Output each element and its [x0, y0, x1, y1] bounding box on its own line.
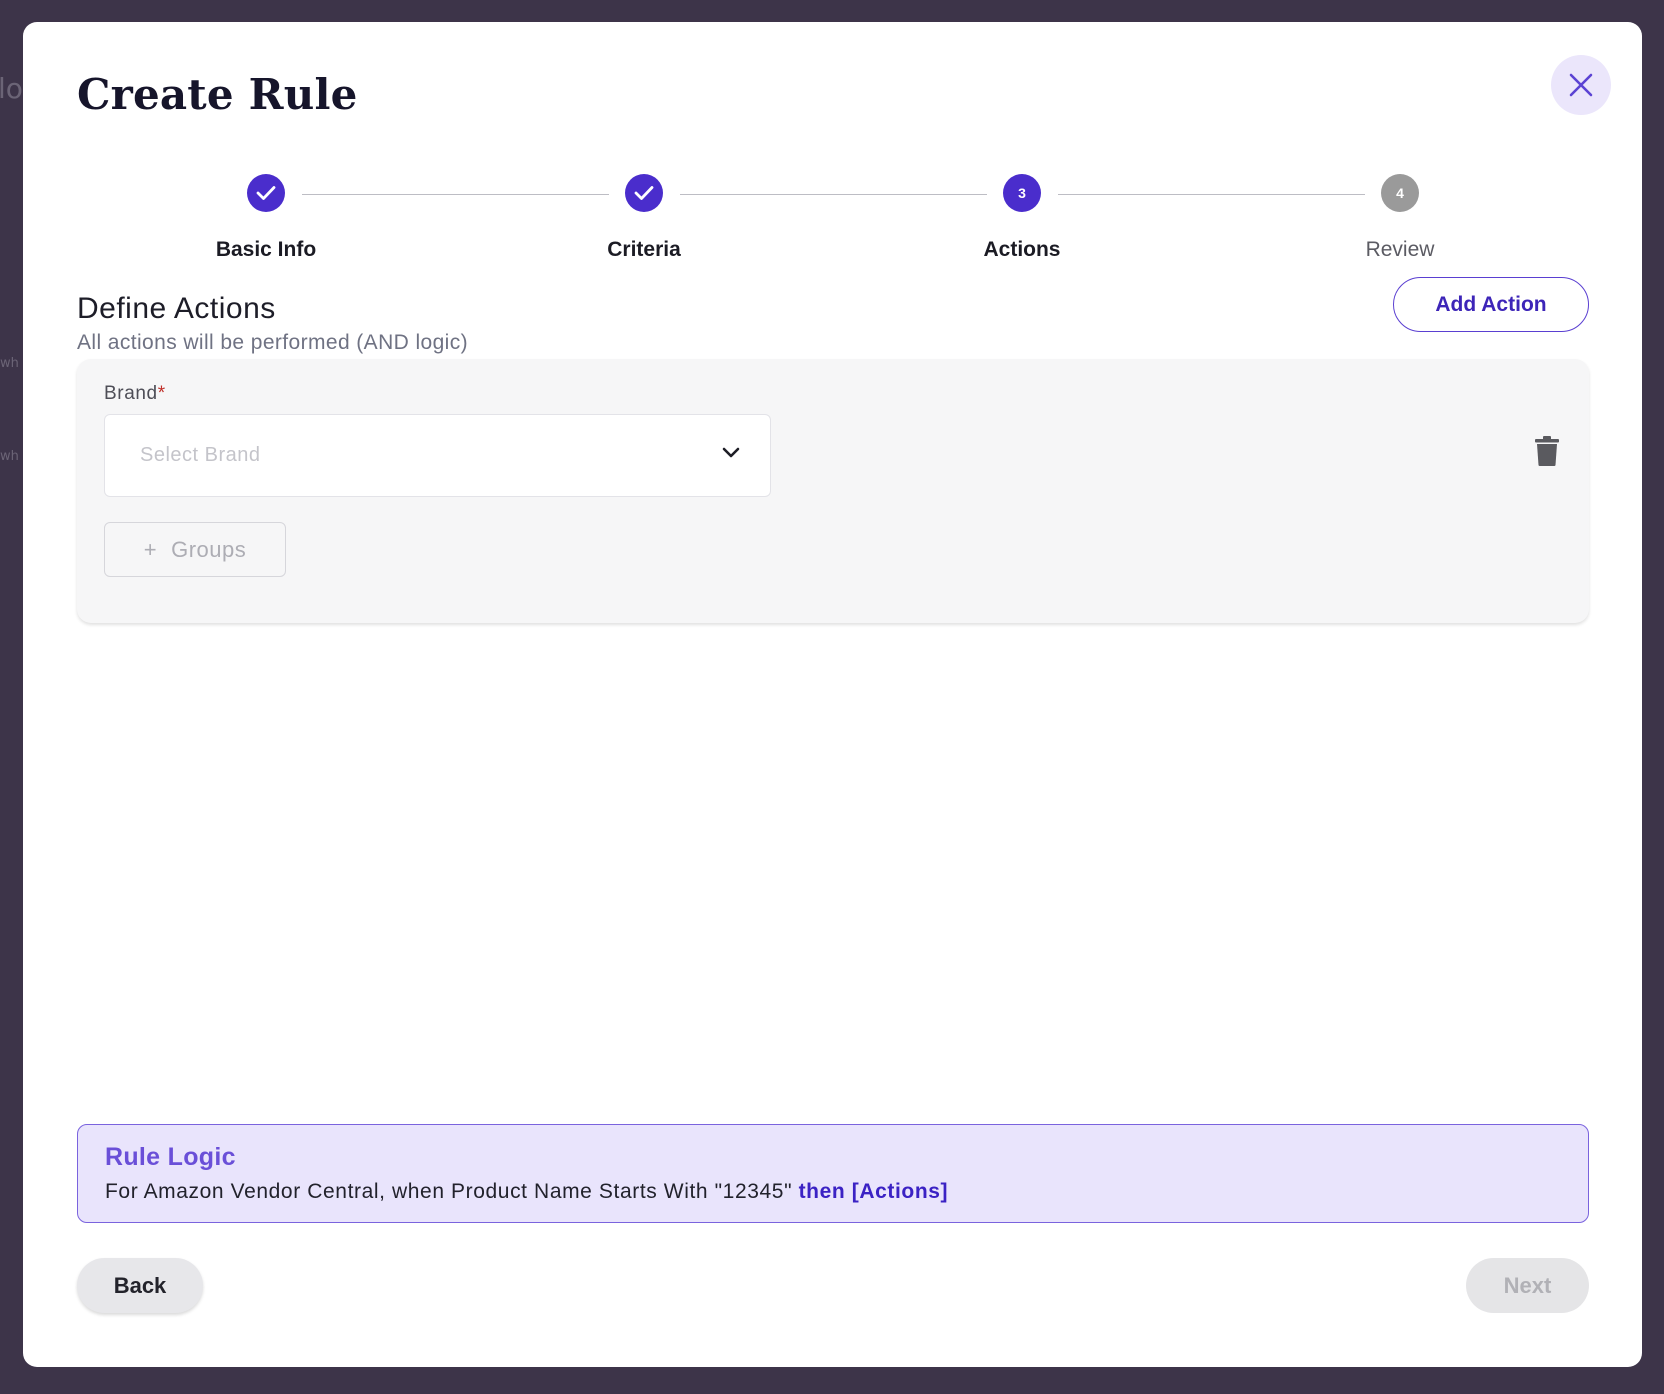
step-label: Actions	[983, 238, 1061, 261]
modal-title: Create Rule	[77, 70, 358, 119]
checkmark-icon	[256, 186, 276, 200]
brand-select-placeholder: Select Brand	[140, 444, 261, 466]
step-label: Criteria	[607, 238, 681, 261]
rule-logic-panel: Rule Logic For Amazon Vendor Central, wh…	[77, 1124, 1589, 1223]
section-subtitle: All actions will be performed (AND logic…	[77, 331, 469, 354]
step-actions[interactable]: 3 Actions	[922, 174, 1122, 262]
action-card: Brand* Select Brand + Groups	[77, 359, 1589, 623]
delete-action-button[interactable]	[1535, 436, 1559, 471]
close-icon	[1569, 73, 1593, 97]
close-button[interactable]	[1551, 55, 1611, 115]
chevron-down-icon	[722, 447, 740, 458]
rule-logic-text: For Amazon Vendor Central, when Product …	[105, 1180, 1588, 1204]
next-button[interactable]: Next	[1466, 1258, 1589, 1313]
backdrop-fragment: wh	[0, 449, 19, 464]
required-marker: *	[157, 383, 166, 404]
add-groups-button[interactable]: + Groups	[104, 522, 286, 577]
step-complete-indicator	[625, 174, 663, 212]
brand-label: Brand*	[104, 383, 166, 405]
step-complete-indicator	[247, 174, 285, 212]
section-title: Define Actions	[77, 292, 276, 325]
step-basic-info[interactable]: Basic Info	[166, 174, 366, 262]
backdrop-fragment: lo	[0, 72, 23, 105]
step-number-indicator: 3	[1003, 174, 1041, 212]
checkmark-icon	[634, 186, 654, 200]
groups-button-label: Groups	[171, 536, 247, 562]
backdrop-fragment: wh	[0, 356, 19, 371]
step-review[interactable]: 4 Review	[1300, 174, 1500, 262]
step-number-indicator: 4	[1381, 174, 1419, 212]
rule-logic-description: For Amazon Vendor Central, when Product …	[105, 1180, 793, 1203]
create-rule-modal: Create Rule Basic Info Criteria 3 Action…	[23, 22, 1642, 1367]
brand-label-text: Brand	[104, 383, 158, 404]
back-button[interactable]: Back	[77, 1258, 203, 1313]
rule-logic-highlight: then [Actions]	[798, 1180, 949, 1203]
rule-logic-title: Rule Logic	[105, 1143, 236, 1171]
step-label: Basic Info	[215, 238, 317, 261]
step-criteria[interactable]: Criteria	[544, 174, 744, 262]
plus-icon: +	[143, 536, 158, 562]
add-action-button[interactable]: Add Action	[1393, 277, 1589, 332]
brand-select[interactable]: Select Brand	[104, 414, 771, 497]
step-label: Review	[1365, 238, 1435, 261]
trash-icon	[1535, 436, 1559, 466]
